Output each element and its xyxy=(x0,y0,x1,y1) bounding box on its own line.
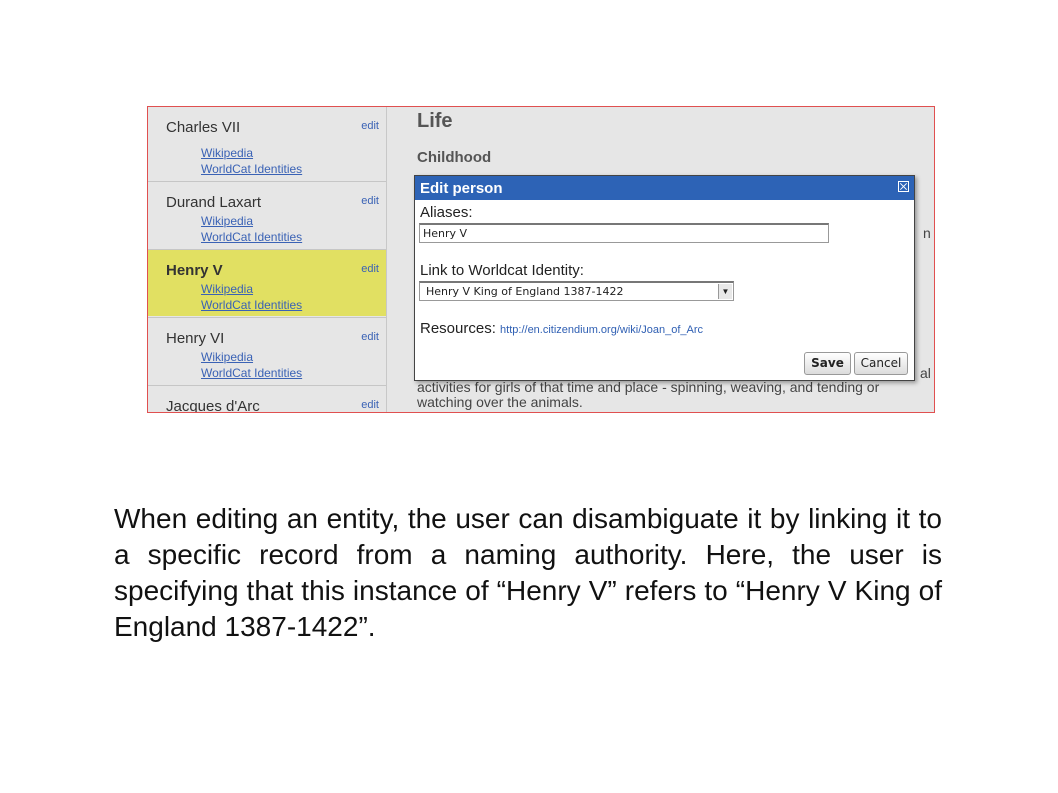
edit-link[interactable]: edit xyxy=(361,263,379,275)
worldcat-label: Link to Worldcat Identity: xyxy=(420,262,584,279)
aliases-input[interactable] xyxy=(419,223,829,243)
section-title: Life xyxy=(417,110,453,132)
close-icon[interactable] xyxy=(898,181,909,192)
obscured-text: n xyxy=(923,225,931,241)
person-item-durand-laxart: Durand Laxart edit Wikipedia WorldCat Id… xyxy=(148,181,386,248)
resources-link[interactable]: http://en.citizendium.org/wiki/Joan_of_A… xyxy=(500,324,703,336)
person-item-henry-v[interactable]: Henry V edit Wikipedia WorldCat Identiti… xyxy=(148,249,386,316)
edit-link[interactable]: edit xyxy=(361,399,379,411)
person-item-jacques-darc: Jacques d'Arc edit xyxy=(148,385,386,413)
save-button[interactable]: Save xyxy=(804,352,851,375)
worldcat-selected-value: Henry V King of England 1387-1422 xyxy=(426,285,624,298)
edit-link[interactable]: edit xyxy=(361,331,379,343)
person-name: Charles VII xyxy=(166,119,241,136)
wikipedia-link[interactable]: Wikipedia xyxy=(201,350,253,364)
application-screenshot: Charles VII edit Wikipedia WorldCat Iden… xyxy=(147,106,935,413)
wikipedia-link[interactable]: Wikipedia xyxy=(201,214,253,228)
edit-link[interactable]: edit xyxy=(361,195,379,207)
edit-link[interactable]: edit xyxy=(361,120,379,132)
dialog-title: Edit person xyxy=(420,180,503,197)
person-item-charles-vii: Charles VII edit Wikipedia WorldCat Iden… xyxy=(148,107,386,176)
slide-caption: When editing an entity, the user can dis… xyxy=(114,503,942,642)
worldcat-link[interactable]: WorldCat Identities xyxy=(201,298,302,312)
dialog-titlebar[interactable]: Edit person xyxy=(415,176,914,200)
subsection-title: Childhood xyxy=(417,149,492,166)
wikipedia-link[interactable]: Wikipedia xyxy=(201,146,253,160)
resources-label: Resources: xyxy=(420,320,496,337)
obscured-text: al xyxy=(920,365,931,381)
worldcat-link[interactable]: WorldCat Identities xyxy=(201,162,302,176)
person-name: Jacques d'Arc xyxy=(166,398,260,413)
worldcat-identity-select[interactable]: Henry V King of England 1387-1422 ▼ xyxy=(419,281,734,301)
cancel-button[interactable]: Cancel xyxy=(854,352,908,375)
chevron-down-icon[interactable]: ▼ xyxy=(718,284,732,299)
aliases-label: Aliases: xyxy=(420,204,473,221)
person-name: Henry VI xyxy=(166,330,225,347)
worldcat-link[interactable]: WorldCat Identities xyxy=(201,366,302,380)
person-name: Henry V xyxy=(166,262,223,279)
people-sidebar: Charles VII edit Wikipedia WorldCat Iden… xyxy=(148,107,387,412)
resources-row: Resources: http://en.citizendium.org/wik… xyxy=(420,320,703,337)
worldcat-link[interactable]: WorldCat Identities xyxy=(201,230,302,244)
person-item-henry-vi: Henry VI edit Wikipedia WorldCat Identit… xyxy=(148,317,386,384)
person-name: Durand Laxart xyxy=(166,194,262,211)
edit-person-dialog: Edit person Aliases: Link to Worldcat Id… xyxy=(414,175,915,381)
article-paragraph: activities for girls of that time and pl… xyxy=(417,379,880,410)
wikipedia-link[interactable]: Wikipedia xyxy=(201,282,253,296)
